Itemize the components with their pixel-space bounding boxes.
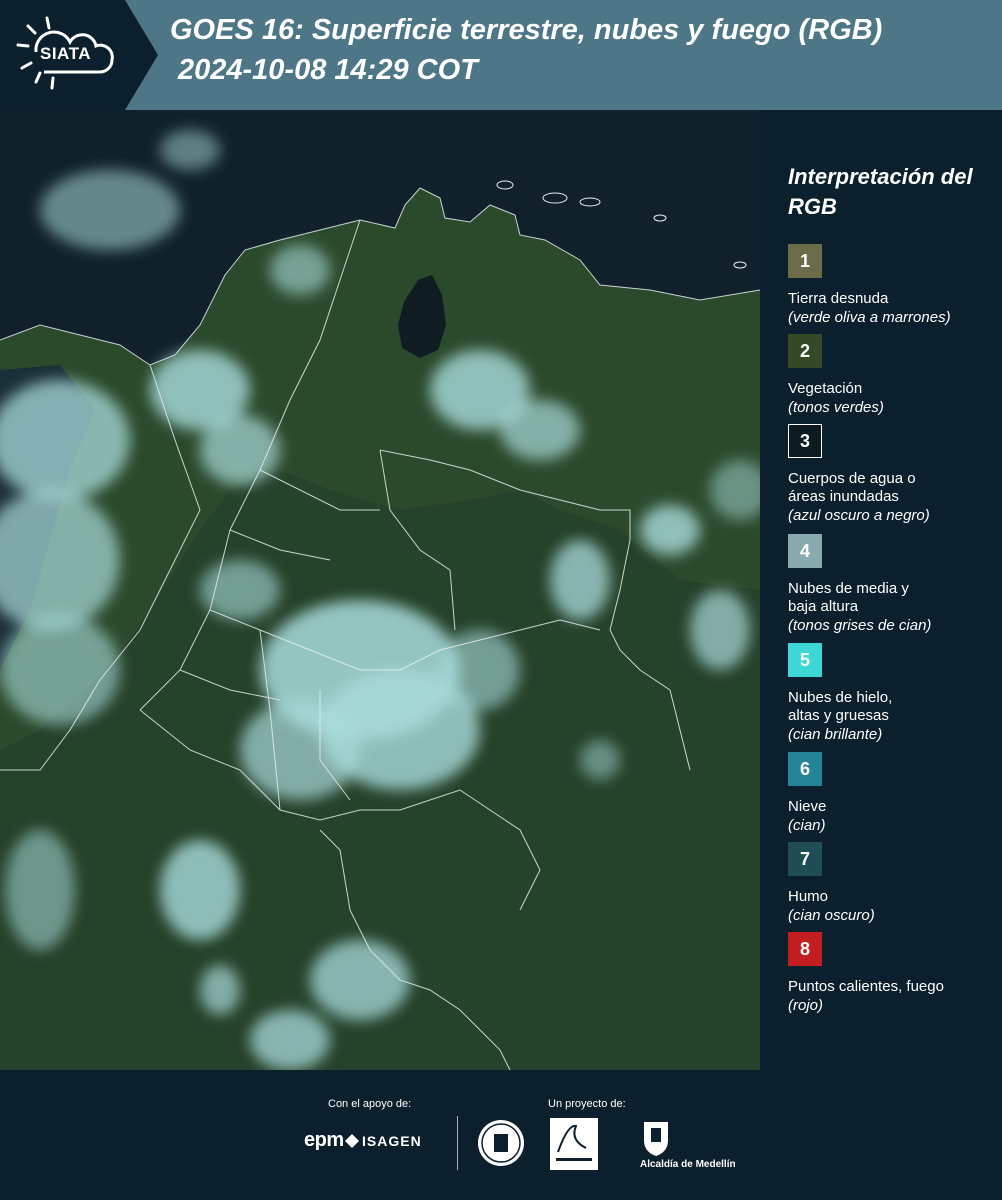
legend-swatch: 2 <box>788 334 822 368</box>
legend-swatch: 3 <box>788 424 822 458</box>
legend-label: Nieve <box>788 798 827 815</box>
logo-text: SIATA <box>40 44 91 63</box>
timestamp: 2024-10-08 14:29 COT <box>178 54 478 86</box>
legend-title: Interpretación del RGB <box>788 164 973 219</box>
legend-label: Nubes de media y baja altura <box>788 580 909 615</box>
legend-swatch: 7 <box>788 842 822 876</box>
legend-label: Vegetación <box>788 380 863 397</box>
legend-item-fire: 8 Puntos calientes, fuego (rojo) <box>788 932 998 1016</box>
project-label: Un proyecto de: <box>548 1098 626 1110</box>
alcaldia-label: Alcaldía de Medellín <box>640 1159 736 1170</box>
legend-item-water: 3 Cuerpos de agua o áreas inundadas (azu… <box>788 424 998 526</box>
legend-item-vegetation: 2 Vegetación (tonos verdes) <box>788 334 998 418</box>
satellite-map <box>0 110 760 1070</box>
alcaldia-shield-icon <box>644 1122 668 1156</box>
legend-item-snow: 6 Nieve (cian) <box>788 752 998 836</box>
isagen-icon <box>345 1134 359 1148</box>
legend-label: Tierra desnuda <box>788 290 889 307</box>
legend-item-low-clouds: 4 Nubes de media y baja altura (tonos gr… <box>788 534 998 636</box>
legend-desc: (verde oliva a marrones) <box>788 309 951 326</box>
siata-logo: SIATA <box>0 0 158 110</box>
legend-label: Puntos calientes, fuego <box>788 978 944 995</box>
header-bar: SIATA GOES 16: Superficie terrestre, nub… <box>0 0 1002 110</box>
footer: Con el apoyo de: Un proyecto de: epm ISA… <box>0 1070 1002 1200</box>
epm-logo: epm <box>304 1129 344 1151</box>
legend-swatch: 8 <box>788 932 822 966</box>
page-title: GOES 16: Superficie terrestre, nubes y f… <box>170 14 883 46</box>
legend-item-bare-soil: 1 Tierra desnuda (verde oliva a marrones… <box>788 244 998 328</box>
legend-swatch: 6 <box>788 752 822 786</box>
legend-item-ice-clouds: 5 Nubes de hielo, altas y gruesas (cian … <box>788 643 998 745</box>
area-metropolitana-logo <box>550 1118 598 1170</box>
legend-swatch: 5 <box>788 643 822 677</box>
isagen-logo: ISAGEN <box>362 1133 422 1149</box>
legend-desc: (cian oscuro) <box>788 907 875 924</box>
legend-label: Cuerpos de agua o áreas inundadas <box>788 470 916 505</box>
legend-label: Nubes de hielo, altas y gruesas <box>788 689 893 724</box>
legend-label: Humo <box>788 888 829 905</box>
legend-desc: (azul oscuro a negro) <box>788 507 930 524</box>
legend-desc: (tonos verdes) <box>788 399 884 416</box>
legend-desc: (rojo) <box>788 997 824 1014</box>
seal-icon <box>478 1120 524 1166</box>
legend-desc: (cian) <box>788 817 826 834</box>
rgb-legend: Interpretación del RGB 1 Tierra desnuda … <box>760 110 1002 1070</box>
footer-divider <box>457 1116 458 1170</box>
legend-swatch: 4 <box>788 534 822 568</box>
support-label: Con el apoyo de: <box>328 1098 412 1110</box>
legend-swatch: 1 <box>788 244 822 278</box>
legend-item-smoke: 7 Humo (cian oscuro) <box>788 842 998 926</box>
legend-desc: (cian brillante) <box>788 726 883 743</box>
legend-desc: (tonos grises de cian) <box>788 617 932 634</box>
